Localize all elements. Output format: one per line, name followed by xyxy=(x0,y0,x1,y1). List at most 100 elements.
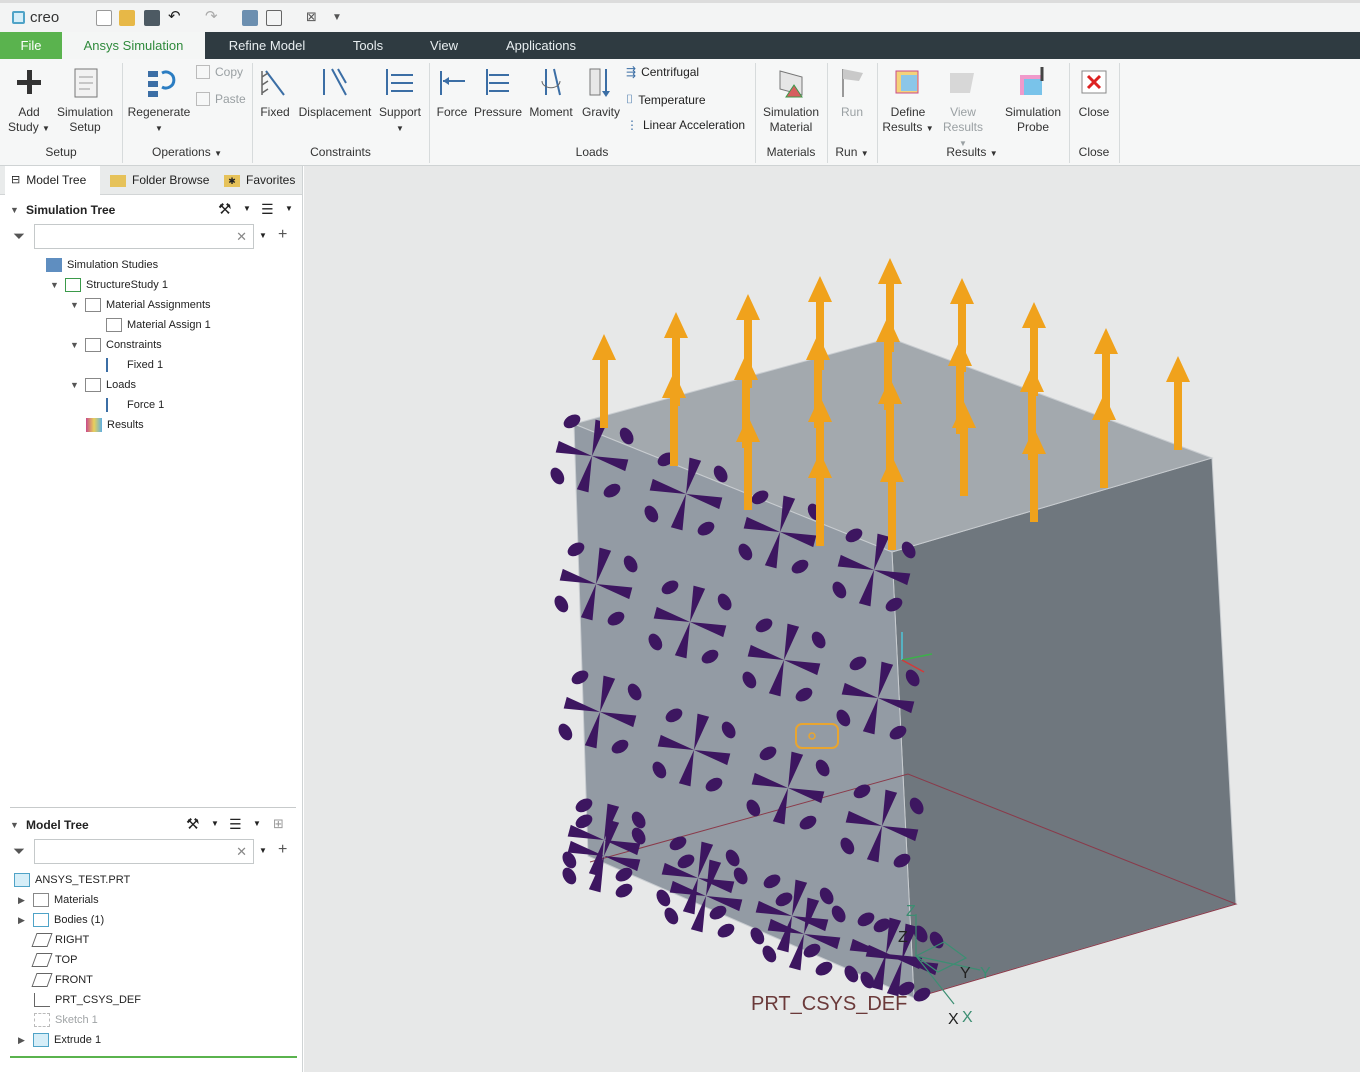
tree-settings-icon[interactable]: ⚒ xyxy=(186,815,199,833)
search-options-dropdown-icon[interactable]: ▼ xyxy=(259,231,267,240)
simulation-probe-icon xyxy=(1014,63,1052,101)
materials-icon xyxy=(33,893,49,907)
fixed-constraint-icon xyxy=(256,63,294,101)
redo-icon[interactable]: ↷ xyxy=(205,9,221,26)
add-study-button[interactable]: Add Study ▼ xyxy=(6,63,52,136)
part-icon xyxy=(14,873,30,887)
regenerate-quick-icon[interactable] xyxy=(242,10,258,26)
simulation-probe-button[interactable]: Simulation Probe xyxy=(1000,63,1066,135)
clear-search-icon[interactable]: ✕ xyxy=(236,844,247,860)
group-label-run[interactable]: Run ▼ xyxy=(827,145,877,159)
model-tree-search-input[interactable]: ✕ xyxy=(34,839,254,864)
define-results-button[interactable]: Define Results ▼ xyxy=(881,63,935,136)
regenerate-button[interactable]: Regenerate ▼ xyxy=(126,63,192,136)
tree-node-fixed-1[interactable]: Fixed 1 xyxy=(106,358,163,372)
run-button[interactable]: Run xyxy=(832,63,872,120)
tree-node-force-1[interactable]: Force 1 xyxy=(106,398,164,412)
tab-refine-model[interactable]: Refine Model xyxy=(214,32,320,59)
tab-model-tree[interactable]: ⊟ Model Tree xyxy=(5,166,100,195)
tree-node-loads[interactable]: ▼ Loads xyxy=(70,378,136,392)
creo-app-window: creo ↶ ↷ ⊠ ▼ File Ansys Simulation Refin… xyxy=(0,0,1360,1072)
tab-folder-browser[interactable]: Folder Browse xyxy=(104,166,214,195)
copy-icon xyxy=(196,65,210,79)
tree-node-front-plane[interactable]: FRONT xyxy=(31,973,93,987)
define-results-icon xyxy=(889,63,927,101)
axis-label-z: Z xyxy=(906,903,916,920)
tree-settings-icon[interactable]: ⚒ xyxy=(218,200,231,218)
centrifugal-button[interactable]: ⇶ Centrifugal xyxy=(626,65,699,79)
simulation-material-button[interactable]: Simulation Material xyxy=(758,63,824,135)
tree-node-results[interactable]: Results xyxy=(86,418,144,432)
save-icon[interactable] xyxy=(144,10,160,26)
linear-acceleration-button[interactable]: ⋮ Linear Acceleration xyxy=(626,118,745,132)
tree-node-materials[interactable]: ▶ Materials xyxy=(18,893,99,907)
tree-node-constraints[interactable]: ▼ Constraints xyxy=(70,338,162,352)
close-window-icon[interactable]: ⊠ xyxy=(306,10,322,26)
datum-plane-icon xyxy=(31,973,53,987)
model-tree-options-icon[interactable]: ⊞ xyxy=(273,816,284,832)
group-label-results[interactable]: Results ▼ xyxy=(877,145,1067,159)
tree-node-simulation-studies[interactable]: Simulation Studies xyxy=(46,258,158,272)
tree-columns-icon[interactable]: ☰ xyxy=(229,816,242,833)
model-tree-header[interactable]: ▼ Model Tree xyxy=(10,818,89,832)
tree-node-right-plane[interactable]: RIGHT xyxy=(31,933,89,947)
clear-search-icon[interactable]: ✕ xyxy=(236,229,247,245)
force-arrow xyxy=(1166,356,1190,450)
moment-button[interactable]: Moment xyxy=(526,63,576,120)
tree-node-structurestudy-1[interactable]: ▼ StructureStudy 1 xyxy=(50,278,168,292)
close-button[interactable]: Close xyxy=(1074,63,1114,120)
collapse-arrow-icon: ▼ xyxy=(50,280,59,290)
copy-button[interactable]: Copy xyxy=(196,65,243,79)
close-icon xyxy=(1075,63,1113,101)
search-options-dropdown-icon[interactable]: ▼ xyxy=(259,846,267,855)
tree-settings-dropdown-icon[interactable]: ▼ xyxy=(243,204,251,213)
customize-toolbar-icon[interactable]: ▼ xyxy=(332,10,348,26)
body-right-face[interactable] xyxy=(891,457,1237,999)
support-button[interactable]: Support ▼ xyxy=(376,63,424,136)
tab-applications[interactable]: Applications xyxy=(496,32,586,59)
add-filter-icon[interactable]: + xyxy=(278,841,287,859)
simulation-tree-header[interactable]: ▼ Simulation Tree xyxy=(10,203,115,217)
tree-columns-dropdown-icon[interactable]: ▼ xyxy=(253,819,261,828)
open-folder-icon[interactable] xyxy=(119,10,135,26)
tree-settings-dropdown-icon[interactable]: ▼ xyxy=(211,819,219,828)
tab-file[interactable]: File xyxy=(0,32,62,59)
tab-favorites[interactable]: ✱ Favorites xyxy=(218,166,302,195)
tree-node-top-plane[interactable]: TOP xyxy=(31,953,77,967)
group-label-operations[interactable]: Operations ▼ xyxy=(122,145,252,159)
windows-icon[interactable] xyxy=(266,10,282,26)
add-filter-icon[interactable]: + xyxy=(278,226,287,244)
tree-node-material-assignments[interactable]: ▼ Material Assignments xyxy=(70,298,211,312)
graphics-viewport[interactable]: PRT_CSYS_DEF Z Z Y Y X X xyxy=(304,166,1360,1072)
force-button[interactable]: Force xyxy=(433,63,471,120)
model-3d-view[interactable]: PRT_CSYS_DEF Z Z Y Y X X xyxy=(304,166,1360,1072)
simulation-setup-button[interactable]: Simulation Setup xyxy=(55,63,115,135)
tree-node-sketch-1[interactable]: Sketch 1 xyxy=(34,1013,98,1027)
paste-button[interactable]: Paste xyxy=(196,92,246,106)
tree-node-prt-csys-def[interactable]: PRT_CSYS_DEF xyxy=(34,993,141,1007)
tree-node-extrude-1[interactable]: ▶ Extrude 1 xyxy=(18,1033,101,1047)
temperature-button[interactable]: ⌷ Temperature xyxy=(626,92,706,107)
moment-icon xyxy=(532,63,570,101)
collapse-arrow-icon: ▼ xyxy=(70,380,79,390)
panel-splitter[interactable] xyxy=(10,807,296,808)
tab-view[interactable]: View xyxy=(418,32,470,59)
fixed-button[interactable]: Fixed xyxy=(256,63,294,120)
tree-node-material-assign-1[interactable]: Material Assign 1 xyxy=(106,318,211,332)
new-file-icon[interactable] xyxy=(96,10,112,26)
gravity-button[interactable]: Gravity xyxy=(580,63,622,120)
pressure-button[interactable]: Pressure xyxy=(474,63,522,120)
tree-node-ansys-test-prt[interactable]: ANSYS_TEST.PRT xyxy=(14,873,130,887)
displacement-button[interactable]: Displacement xyxy=(298,63,372,120)
gravity-icon xyxy=(582,63,620,101)
axis-label-z-secondary: Z xyxy=(898,929,908,946)
tree-node-bodies[interactable]: ▶ Bodies (1) xyxy=(18,913,104,927)
group-label-loads: Loads xyxy=(575,145,609,159)
tree-columns-icon[interactable]: ☰ xyxy=(261,201,274,218)
tree-columns-dropdown-icon[interactable]: ▼ xyxy=(285,204,293,213)
undo-icon[interactable]: ↶ xyxy=(168,9,184,26)
simulation-tree-search-input[interactable]: ✕ xyxy=(34,224,254,249)
tab-ansys-simulation[interactable]: Ansys Simulation xyxy=(62,32,205,59)
view-results-button[interactable]: View Results ▼ xyxy=(939,63,987,151)
tab-tools[interactable]: Tools xyxy=(338,32,398,59)
